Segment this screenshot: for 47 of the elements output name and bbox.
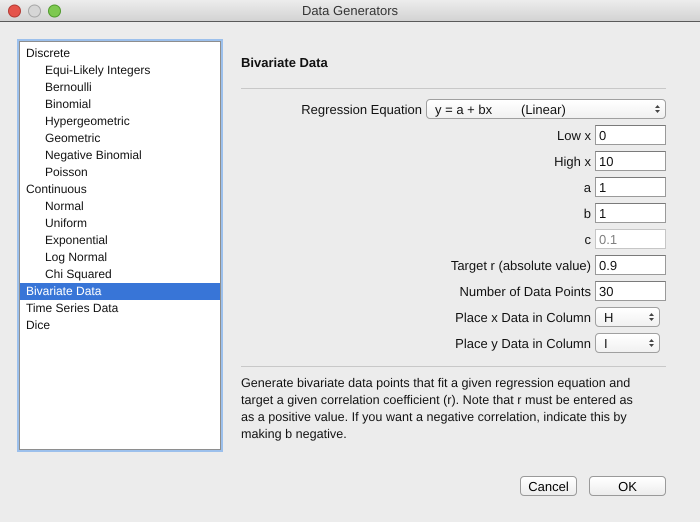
description-text: Generate bivariate data points that fit a given regression equation and target a given correlation coefficient (r). Note that r must be entered as as a positive value. If you want a negative correlation, indicate this by making b negative.: [241, 375, 634, 443]
field-label: Place x Data in Column: [455, 310, 591, 324]
sidebar-item[interactable]: Negative Binomial: [20, 147, 220, 164]
sidebar-item[interactable]: Binomial: [20, 96, 220, 113]
minimize-button[interactable]: [28, 4, 41, 17]
window-title: Data Generators: [302, 3, 398, 18]
input-field[interactable]: 0: [595, 125, 666, 145]
stepper-arrows-icon: [648, 312, 655, 322]
field-label: c: [584, 232, 591, 246]
sidebar-item[interactable]: Log Normal: [20, 249, 220, 266]
input-field[interactable]: 1: [595, 203, 666, 223]
field-label: Number of Data Points: [459, 284, 591, 298]
sidebar-item[interactable]: Equi-Likely Integers: [20, 62, 220, 79]
sidebar-item[interactable]: Normal: [20, 198, 220, 215]
sidebar-item[interactable]: Chi Squared: [20, 266, 220, 283]
sidebar-item[interactable]: Continuous: [20, 181, 220, 198]
stepper-arrows-icon: [648, 338, 655, 348]
sidebar-item[interactable]: Hypergeometric: [20, 113, 220, 130]
field-label: Regression Equation: [301, 102, 422, 116]
input-field[interactable]: 10: [595, 151, 666, 171]
sidebar-item[interactable]: Dice: [20, 317, 220, 334]
input-field[interactable]: 30: [595, 281, 666, 301]
sidebar-item[interactable]: Poisson: [20, 164, 220, 181]
sidebar-item[interactable]: Bernoulli: [20, 79, 220, 96]
dialog-button[interactable]: OK: [589, 476, 666, 496]
sidebar-item[interactable]: Time Series Data: [20, 300, 220, 317]
field-label: a: [584, 180, 591, 194]
field-label: High x: [554, 154, 591, 168]
close-button[interactable]: [8, 4, 21, 17]
zoom-button[interactable]: [48, 4, 61, 17]
field-label: b: [584, 206, 591, 220]
dropdown[interactable]: I: [595, 333, 660, 353]
dialog-button[interactable]: Cancel: [520, 476, 577, 496]
input-field[interactable]: 1: [595, 177, 666, 197]
field-label: Target r (absolute value): [450, 258, 591, 272]
stepper-arrows-icon: [654, 104, 661, 114]
panel-title: Bivariate Data: [241, 55, 329, 72]
sidebar-item[interactable]: Geometric: [20, 130, 220, 147]
sidebar-item[interactable]: Bivariate Data: [20, 283, 220, 300]
dropdown[interactable]: y = a + bx (Linear): [426, 99, 666, 119]
field-label: Low x: [557, 128, 591, 142]
sidebar-item[interactable]: Discrete: [20, 45, 220, 62]
input-field[interactable]: 0.9: [595, 255, 666, 275]
sidebar-item[interactable]: Uniform: [20, 215, 220, 232]
sidebar-item[interactable]: Exponential: [20, 232, 220, 249]
field-label: Place y Data in Column: [455, 336, 591, 350]
dropdown[interactable]: H: [595, 307, 660, 327]
